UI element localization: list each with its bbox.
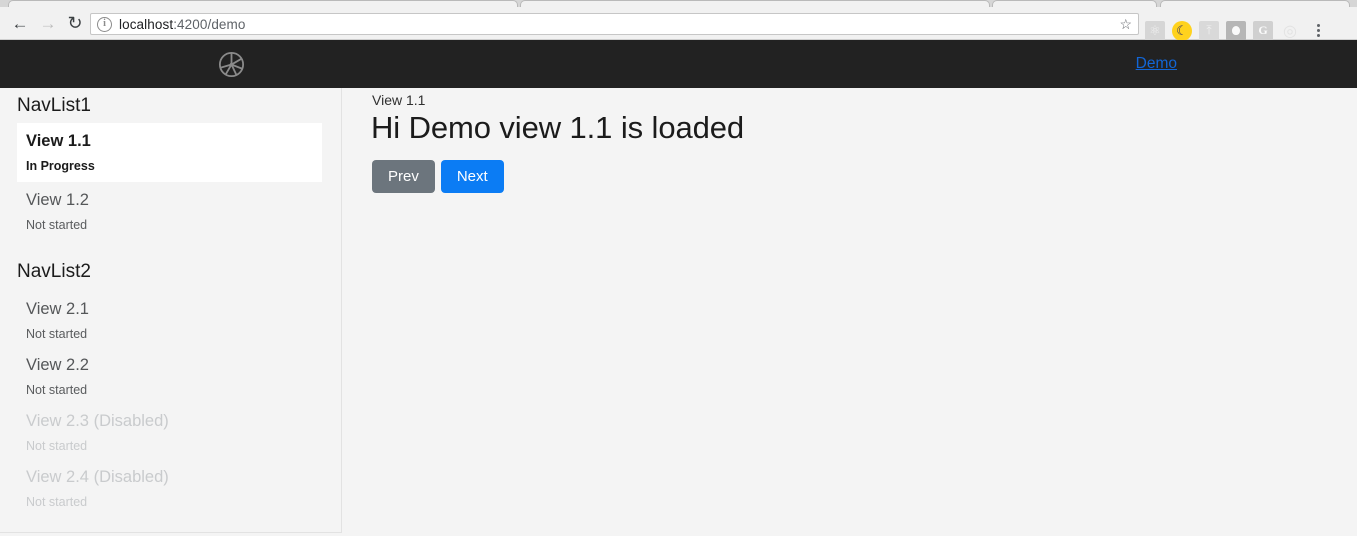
browser-tab[interactable] — [1160, 0, 1350, 7]
browser-tab[interactable] — [520, 0, 990, 7]
navbar-link-demo[interactable]: Demo — [1136, 55, 1177, 73]
prev-button[interactable]: Prev — [372, 160, 435, 194]
sidebar-item-label: View 2.1 — [26, 300, 89, 318]
nav-group-title: NavList2 — [17, 261, 91, 282]
back-arrow-icon[interactable]: ← — [8, 11, 32, 35]
app-navbar: Demo — [0, 40, 1357, 88]
reload-icon[interactable]: ↻ — [63, 11, 87, 35]
nav-group-title: NavList1 — [17, 95, 91, 116]
browser-tab[interactable] — [992, 0, 1157, 7]
address-bar[interactable]: i localhost:4200/demo ☆ — [90, 13, 1139, 35]
sidebar-item-label: View 2.3 (Disabled) — [26, 412, 169, 430]
sidebar-item-view-2-1[interactable]: View 2.1 Not started — [17, 291, 322, 350]
sidebar-item-label: View 2.2 — [26, 356, 89, 374]
adobe-acrobat-icon[interactable]: ⤒ — [1199, 20, 1219, 41]
browser-tab-strip — [0, 0, 1357, 7]
sidebar-item-view-1-1[interactable]: View 1.1 In Progress — [17, 123, 322, 182]
breadcrumb: View 1.1 — [372, 92, 426, 108]
star-icon[interactable]: ☆ — [1119, 16, 1132, 33]
sidebar-item-view-2-4: View 2.4 (Disabled) Not started — [17, 459, 322, 518]
dark-mode-moon-icon[interactable]: ☾ — [1172, 20, 1192, 41]
react-devtools-icon[interactable]: ⚛ — [1145, 20, 1165, 41]
sidebar-item-status: Not started — [26, 494, 88, 509]
sidebar: NavList1 View 1.1 In Progress View 1.2 N… — [0, 88, 342, 533]
sidebar-item-status: In Progress — [26, 158, 95, 173]
page-body: NavList1 View 1.1 In Progress View 1.2 N… — [0, 88, 1357, 536]
sidebar-item-view-2-3: View 2.3 (Disabled) Not started — [17, 403, 322, 462]
url-host: localhost — [119, 16, 174, 32]
sidebar-item-label: View 1.1 — [26, 132, 91, 150]
target-circle-icon[interactable]: ◎ — [1280, 21, 1300, 41]
sidebar-item-status: Not started — [26, 326, 88, 341]
url-path: :4200/demo — [173, 16, 246, 32]
next-button[interactable]: Next — [440, 160, 504, 194]
page-title: Hi Demo view 1.1 is loaded — [371, 110, 745, 145]
browser-window: ← → ↻ i localhost:4200/demo ☆ ⚛ ☾ ⤒ G ◎ — [0, 0, 1357, 536]
main-content: View 1.1 Hi Demo view 1.1 is loaded Prev… — [343, 88, 1357, 536]
sidebar-item-status: Not started — [26, 382, 88, 397]
sidebar-item-label: View 2.4 (Disabled) — [26, 468, 169, 486]
address-bar-url: localhost:4200/demo — [119, 17, 246, 32]
grammarly-g-icon[interactable]: G — [1253, 20, 1273, 41]
sidebar-item-status: Not started — [26, 217, 88, 232]
browser-tab[interactable] — [8, 0, 518, 7]
sidebar-item-label: View 1.2 — [26, 191, 89, 209]
sidebar-item-view-2-2[interactable]: View 2.2 Not started — [17, 347, 322, 406]
browser-toolbar: ← → ↻ i localhost:4200/demo ☆ ⚛ ☾ ⤒ G ◎ — [0, 7, 1357, 41]
dark-reader-icon[interactable] — [1226, 20, 1246, 41]
three-dot-menu-icon[interactable] — [1311, 24, 1325, 37]
info-circle-icon[interactable]: i — [97, 16, 112, 32]
sidebar-item-view-1-2[interactable]: View 1.2 Not started — [17, 182, 322, 241]
pager-button-group: Prev Next — [372, 160, 504, 194]
sidebar-item-status: Not started — [26, 438, 88, 453]
camera-aperture-icon[interactable] — [216, 49, 247, 80]
forward-arrow-icon: → — [39, 13, 57, 33]
